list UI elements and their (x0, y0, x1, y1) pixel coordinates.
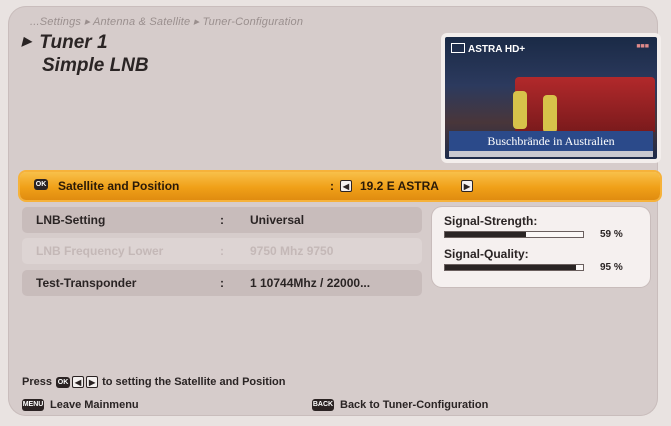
satellite-label: Satellite and Position (58, 179, 180, 193)
back-hint[interactable]: BACK Back to Tuner-Configuration (312, 399, 489, 412)
signal-quality-bar (444, 264, 584, 271)
separator: : (220, 276, 224, 290)
help-press: Press (22, 376, 52, 388)
news-caption: Buschbrände in Australien (449, 131, 653, 151)
signal-strength-fill (445, 232, 527, 237)
signal-strength-label: Signal-Strength: (444, 214, 538, 228)
tv-icon (451, 43, 465, 53)
arrow-left-icon: ◀ (72, 376, 85, 389)
play-arrow-icon: ▶ (22, 34, 32, 48)
fire-truck-shape (515, 77, 655, 132)
breadcrumb: ...Settings ▸ Antenna & Satellite ▸ Tune… (30, 16, 304, 28)
lnb-frequency-row: LNB Frequency Lower : 9750 Mhz 9750 (22, 238, 422, 264)
signal-panel: Signal-Strength: 59 % Signal-Quality: 95… (432, 207, 650, 287)
firefighter-shape (513, 91, 527, 129)
arrow-left-icon[interactable]: ◀ (340, 180, 352, 192)
leave-mainmenu-label: Leave Mainmenu (50, 399, 139, 411)
firefighter-shape (543, 95, 557, 133)
separator: : (220, 244, 224, 258)
separator: : (330, 179, 334, 193)
page-subtitle: Simple LNB (42, 55, 149, 76)
back-label: Back to Tuner-Configuration (340, 399, 489, 411)
tv-preview: ASTRA HD+ ■■■ Buschbrände in Australien (441, 33, 661, 163)
arrow-right-icon[interactable]: ▶ (461, 180, 473, 192)
broadcaster-logo-icon: ■■■ (636, 43, 649, 50)
signal-strength-bar (444, 231, 584, 238)
back-key-icon: BACK (312, 399, 334, 412)
ticker-strip (449, 151, 653, 157)
separator: : (220, 213, 224, 227)
satellite-position-row[interactable]: OK Satellite and Position : ◀ 19.2 E AST… (20, 172, 660, 200)
menu-key-icon: MENU (22, 399, 44, 412)
lnb-value: Universal (250, 213, 305, 227)
tuner-title: Tuner 1 (39, 32, 108, 53)
preview-video: ASTRA HD+ ■■■ Buschbrände in Australien (445, 37, 657, 159)
help-hint: Press OK ◀ ▶ to setting the Satellite and … (22, 376, 286, 389)
arrow-right-icon: ▶ (86, 376, 99, 389)
satellite-value: 19.2 E ASTRA (360, 179, 439, 193)
channel-name: ASTRA HD+ (468, 44, 526, 55)
channel-badge: ASTRA HD+ (451, 43, 525, 55)
transponder-label: Test-Transponder (36, 276, 137, 290)
signal-quality-label: Signal-Quality: (444, 247, 529, 261)
lnb-setting-row[interactable]: LNB-Setting : Universal (22, 207, 422, 233)
signal-quality-fill (445, 265, 577, 270)
signal-strength-value: 59 % (600, 229, 623, 240)
ok-key-icon: OK (56, 376, 71, 388)
disabled-value: 9750 Mhz 9750 (250, 244, 334, 258)
tuner-configuration-screen: ...Settings ▸ Antenna & Satellite ▸ Tune… (0, 0, 671, 426)
lnb-label: LNB-Setting (36, 213, 106, 227)
page-title: ▶ Tuner 1 (22, 32, 108, 54)
leave-mainmenu-hint[interactable]: MENU Leave Mainmenu (22, 399, 139, 412)
test-transponder-row[interactable]: Test-Transponder : 1 10744Mhz / 22000... (22, 270, 422, 296)
transponder-value: 1 10744Mhz / 22000... (250, 276, 371, 290)
help-text: to setting the Satellite and Position (102, 376, 286, 388)
disabled-label: LNB Frequency Lower (36, 244, 164, 258)
ok-key-icon: OK (34, 179, 48, 190)
signal-quality-value: 95 % (600, 262, 623, 273)
